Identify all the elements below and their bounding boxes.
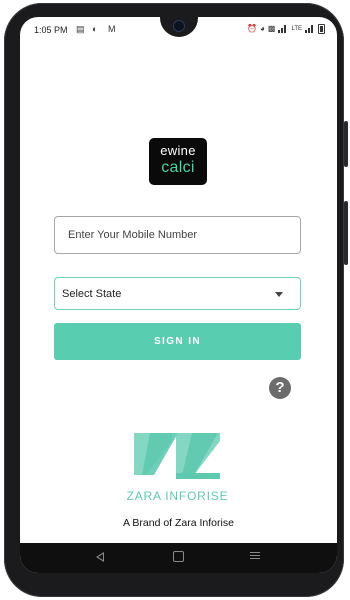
network-type-label: LTE <box>291 26 302 32</box>
brand-name: ZARA INFORISE <box>126 489 229 503</box>
sign-in-button[interactable]: SIGN IN <box>54 323 301 360</box>
state-select-value: Select State <box>62 288 122 300</box>
signal-icon <box>278 25 288 33</box>
phone-frame: 1:05 PM ▤ ◐ M ⏰ ◕ ▩ LTE ewine calci Sele <box>4 3 348 597</box>
status-icons: ⏰ ◕ ▩ LTE <box>247 24 325 34</box>
vibrate-icon: ▩ <box>267 24 276 33</box>
status-bar: 1:05 PM ▤ ◐ M ⏰ ◕ ▩ LTE <box>20 17 337 43</box>
mobile-number-input[interactable] <box>54 216 301 254</box>
brand-tagline: A Brand of Zara Inforise <box>123 517 234 529</box>
logo-text-top: ewine <box>160 143 196 158</box>
headphones-icon: ◕ <box>260 24 265 33</box>
home-icon[interactable] <box>173 551 184 562</box>
app-notification-icon: ◐ <box>92 24 98 34</box>
navigation-bar <box>20 543 337 573</box>
menu-icon[interactable] <box>250 552 260 560</box>
alarm-icon: ⏰ <box>247 24 258 33</box>
help-icon[interactable]: ? <box>269 377 291 399</box>
app-logo: ewine calci <box>149 138 207 185</box>
camera-notch <box>160 17 198 37</box>
battery-icon <box>318 24 325 34</box>
signal-icon-2 <box>305 25 315 33</box>
power-button <box>344 121 348 167</box>
status-time: 1:05 PM <box>34 25 68 35</box>
volume-button <box>344 201 348 265</box>
logo-text-bottom: calci <box>161 159 195 176</box>
screen: 1:05 PM ▤ ◐ M ⏰ ◕ ▩ LTE ewine calci Sele <box>20 17 337 573</box>
message-icon: ▤ <box>76 24 85 34</box>
state-select[interactable]: Select State <box>54 277 301 310</box>
dropdown-caret-icon <box>275 292 283 297</box>
zara-inforise-logo-mark <box>134 433 220 479</box>
back-icon[interactable] <box>96 552 104 562</box>
camera-icon <box>173 20 185 32</box>
gmail-icon: M <box>108 24 116 34</box>
